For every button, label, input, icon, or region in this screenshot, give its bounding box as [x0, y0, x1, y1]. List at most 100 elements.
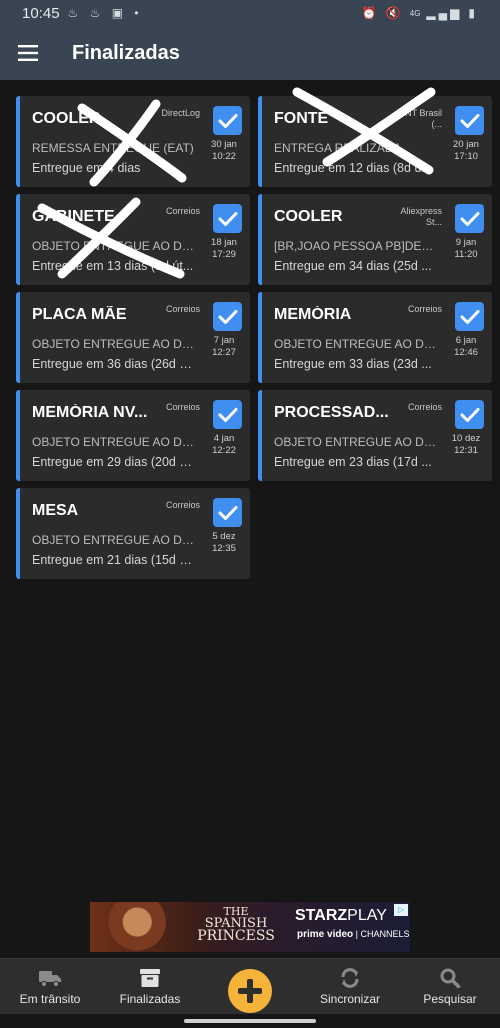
order-date-day: 30 jan [211, 139, 237, 150]
sync-icon [341, 968, 359, 988]
hamburger-menu-icon [18, 45, 38, 61]
nav-item-em-transito[interactable]: Em trânsito [0, 959, 100, 1015]
card-accent-bar [258, 96, 262, 187]
order-card[interactable]: MEMÓRIA Correios OBJETO ENTREGUE AO DE..… [258, 292, 492, 383]
checkmark-icon [460, 407, 479, 422]
order-card[interactable]: PLACA MÃE Correios OBJETO ENTREGUE AO DE… [16, 292, 250, 383]
order-checkbox[interactable] [213, 400, 242, 429]
ad-show-title: THE SPANISH PRINCESS [196, 906, 276, 944]
order-status: OBJETO ENTREGUE AO DE... [32, 337, 196, 351]
nav-label: Em trânsito [19, 992, 81, 1006]
ad-partner-suffix: | CHANNELS [355, 929, 410, 939]
order-status: OBJETO ENTREGUE AO DE... [32, 435, 196, 449]
order-date: 4 jan 12:22 [204, 433, 244, 457]
notification-icons: ♨ ♨ ▣ • [67, 6, 143, 20]
order-checkbox[interactable] [213, 204, 242, 233]
home-gesture-handle[interactable] [184, 1019, 316, 1023]
order-date-time: 12:22 [212, 445, 236, 456]
ad-choices-icon[interactable]: ▷ [394, 904, 408, 916]
order-date: 9 jan 11:20 [446, 237, 486, 261]
system-indicator-icons: ⏰ 🔇 4G ▂▄▆ ▮ [362, 6, 478, 20]
page-title: Finalizadas [72, 41, 180, 64]
ad-brand-thin: PLAY [347, 907, 387, 924]
order-date-day: 20 jan [453, 139, 479, 150]
order-title: FONTE [274, 110, 329, 127]
system-gesture-bar [0, 1014, 500, 1028]
order-checkbox[interactable] [455, 204, 484, 233]
ad-partner-name: prime video [297, 929, 354, 940]
order-date-day: 7 jan [213, 335, 235, 346]
order-card[interactable]: FONTE TNT Brasil (... ENTREGA REALIZADA … [258, 96, 492, 187]
order-date: 20 jan 17:10 [446, 139, 486, 163]
menu-button[interactable] [0, 26, 56, 80]
order-checkbox[interactable] [213, 106, 242, 135]
card-accent-bar [16, 96, 20, 187]
delivery-info: Entregue em 23 dias (17d ... [274, 455, 432, 469]
card-accent-bar [258, 194, 262, 285]
mute-icon: 🔇 [385, 6, 404, 20]
order-date-time: 12:27 [212, 347, 236, 358]
checkmark-icon [460, 211, 479, 226]
order-card[interactable]: GABINETE Correios OBJETO ENTREGUE AO DE.… [16, 194, 250, 285]
add-package-button[interactable] [228, 969, 272, 1013]
nav-label: Sincronizar [319, 992, 381, 1006]
plus-icon [238, 979, 262, 1003]
delivery-info: Entregue em 21 dias (15d ú... [32, 553, 196, 567]
delivery-info: Entregue em 13 dias (9d út... [32, 259, 194, 273]
order-status: [BR,JOAO PESSOA PB]DEL... [274, 239, 438, 253]
carrier-name: Correios [165, 500, 200, 510]
checkmark-icon [218, 407, 237, 422]
nav-item-finalizadas[interactable]: Finalizadas [100, 959, 200, 1015]
signal-icon: ▂▄▆ [426, 6, 463, 20]
order-date-day: 5 dez [212, 531, 236, 542]
ad-banner[interactable]: THE SPANISH PRINCESS STARZPLAY prime vid… [90, 902, 410, 952]
order-card[interactable]: MEMÓRIA NV... Correios OBJETO ENTREGUE A… [16, 390, 250, 481]
order-checkbox[interactable] [213, 302, 242, 331]
system-status-bar: 10:45 ♨ ♨ ▣ • ⏰ 🔇 4G ▂▄▆ ▮ [0, 0, 500, 26]
app-root: 10:45 ♨ ♨ ▣ • ⏰ 🔇 4G ▂▄▆ ▮ Finalizadas C… [0, 0, 500, 1028]
nav-item-pesquisar[interactable]: Pesquisar [400, 959, 500, 1015]
order-checkbox[interactable] [455, 400, 484, 429]
nav-item-sincronizar[interactable]: Sincronizar [300, 959, 400, 1015]
order-status: OBJETO ENTREGUE AO DE... [32, 533, 196, 547]
order-status: ENTREGA REALIZADA [274, 141, 402, 155]
order-title: MEMÓRIA [274, 306, 352, 323]
order-date-day: 9 jan [455, 237, 477, 248]
order-date-time: 17:29 [212, 249, 236, 260]
carrier-name: DirectLog [161, 108, 200, 118]
status-time: 10:45 [22, 4, 60, 22]
checkmark-icon [218, 309, 237, 324]
order-date-day: 6 jan [455, 335, 477, 346]
order-card[interactable]: COOLER DirectLog REMESSA ENTREGUE (EAT) … [16, 96, 250, 187]
order-checkbox[interactable] [455, 302, 484, 331]
order-title: MEMÓRIA NV... [32, 404, 148, 421]
order-date-day: 18 jan [211, 237, 237, 248]
carrier-name: TNT Brasil (... [399, 108, 442, 129]
checkmark-icon [218, 113, 237, 128]
order-title: PROCESSAD... [274, 404, 389, 421]
order-date-time: 12:31 [454, 445, 478, 456]
order-card[interactable]: COOLER Aliexpress St... [BR,JOAO PESSOA … [258, 194, 492, 285]
order-date: 6 jan 12:46 [446, 335, 486, 359]
order-checkbox[interactable] [213, 498, 242, 527]
order-title: GABINETE [32, 208, 115, 225]
checkmark-icon [218, 505, 237, 520]
carrier-name: Correios [407, 402, 442, 412]
app-bar: Finalizadas [0, 26, 500, 80]
order-card[interactable]: PROCESSAD... Correios OBJETO ENTREGUE AO… [258, 390, 492, 481]
nav-label: Finalizadas [119, 992, 181, 1006]
network-type-label: 4G [409, 8, 421, 18]
order-status: REMESSA ENTREGUE (EAT) [32, 141, 194, 155]
order-date-time: 11:20 [454, 249, 478, 260]
bottom-navigation: Em trânsito Finalizadas Sincronizar Pesq… [0, 958, 500, 1014]
order-card[interactable]: MESA Correios OBJETO ENTREGUE AO DE... E… [16, 488, 250, 579]
nav-label: Pesquisar [423, 992, 477, 1006]
alarm-icon: ⏰ [361, 6, 380, 20]
card-accent-bar [16, 194, 20, 285]
order-checkbox[interactable] [455, 106, 484, 135]
order-date-time: 17:10 [454, 151, 478, 162]
order-title: COOLER [274, 208, 343, 225]
order-date: 7 jan 12:27 [204, 335, 244, 359]
card-accent-bar [16, 292, 20, 383]
ad-brand-logo: STARZPLAY [295, 907, 387, 925]
